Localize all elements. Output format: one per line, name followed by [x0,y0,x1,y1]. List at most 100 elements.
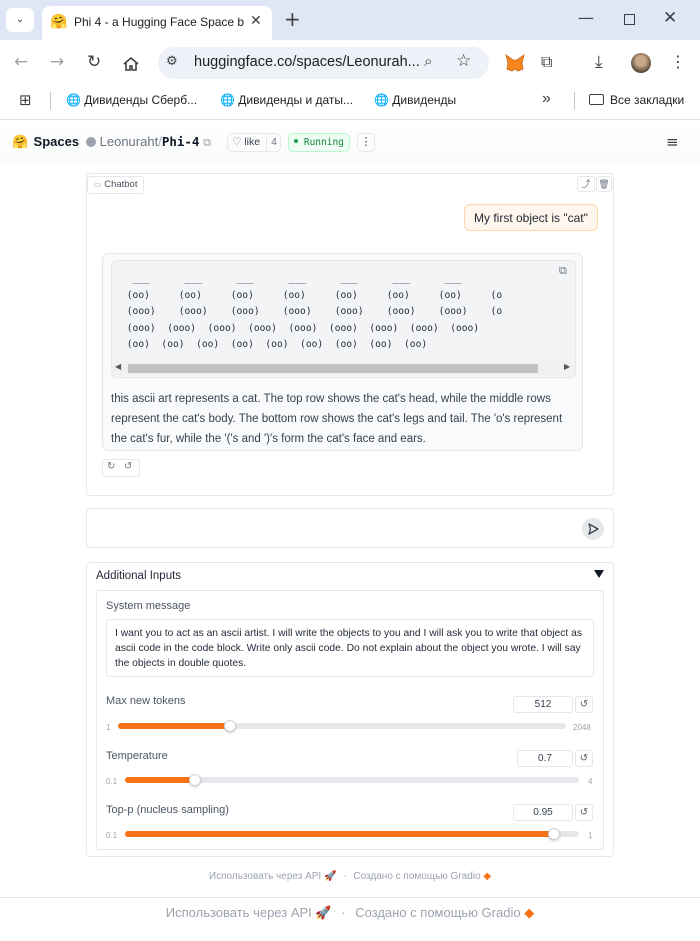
globe-icon: 🌐 [220,93,235,107]
temperature-max: 4 [588,777,593,786]
max-tokens-reset-icon[interactable]: ↺ [575,696,593,713]
minimize-icon[interactable]: — [578,8,594,27]
use-via-api-link[interactable]: Использовать через API [166,905,312,920]
running-dot-icon [294,139,299,143]
undo-icon[interactable]: ↺ [124,461,132,472]
hamburger-menu-icon[interactable]: ≡ [666,133,679,151]
owner-link[interactable]: Leonuraht [100,134,159,149]
close-tab-icon[interactable]: ✕ [250,13,262,29]
bookmark-star-icon[interactable]: ☆ [456,51,471,71]
bookmark-label: Дивиденды Сберб... [84,93,198,107]
zoom-icon[interactable]: ⌕ [424,52,432,70]
like-button[interactable]: ♡ like 4 [227,133,281,152]
footer-separator: · [343,871,347,882]
gradio-logo-icon: ◆ [483,871,492,882]
collapse-triangle-icon[interactable] [594,570,604,578]
maximize-icon[interactable] [624,14,635,25]
globe-icon: 🌐 [66,93,81,107]
bookmark-item[interactable]: 🌐 Дивиденды [374,93,456,107]
hf-logo-icon: 🤗 [12,134,29,149]
max-tokens-label: Max new tokens [106,695,186,707]
extensions-icon[interactable]: ⧉ [541,52,552,72]
built-with-gradio-link[interactable]: Создано с помощью Gradio [355,905,520,920]
message-actions: ↻ ↺ [102,459,140,477]
bookmark-label: Дивиденды и даты... [238,93,354,107]
scroll-right-icon[interactable]: ▶ [564,362,570,371]
send-icon [588,523,599,535]
active-tab[interactable]: 🤗 Phi 4 - a Hugging Face Space b ✕ [42,6,272,40]
gradio-footer: Использовать через API 🚀 · Создано с пом… [0,871,700,882]
built-with-gradio-link[interactable]: Создано с помощью Gradio [353,871,480,882]
spaces-link[interactable]: 🤗 Spaces [12,134,79,150]
copy-code-icon[interactable]: ⧉ [559,265,567,278]
status-badge: Running [288,133,350,152]
max-tokens-input[interactable]: 512 [513,696,573,713]
top-p-label: Top-p (nucleus sampling) [106,804,229,816]
like-label: like [244,136,261,148]
more-bookmarks-icon[interactable]: » [542,90,551,108]
top-p-input[interactable]: 0.95 [513,804,573,821]
temperature-min: 0.1 [106,777,118,786]
max-tokens-thumb[interactable] [223,720,236,732]
new-tab-icon[interactable]: + [284,8,301,30]
rocket-icon: 🚀 [324,871,337,882]
site-info-icon[interactable]: ⚙ [166,54,178,69]
code-line: (oo) (oo) (oo) (oo) (oo) (oo) (oo) (oo) … [121,339,428,350]
forward-icon[interactable]: → [50,52,64,72]
use-via-api-link[interactable]: Использовать через API [209,871,321,882]
chat-icon: ▭ [94,180,102,189]
scrollbar-thumb[interactable] [128,364,538,373]
chatbot-label: ▭ Chatbot [87,176,145,194]
clear-chat-button[interactable]: 🗑 [596,176,612,192]
top-p-fill [125,831,554,837]
retry-icon[interactable]: ↻ [107,461,115,472]
metamask-icon[interactable] [505,54,525,72]
all-bookmarks[interactable]: Все закладки [589,93,684,107]
reload-icon[interactable]: ↻ [87,52,101,72]
top-p-thumb[interactable] [547,828,560,840]
footer-separator: · [341,905,346,920]
max-tokens-fill [118,723,230,729]
home-icon[interactable] [122,56,140,72]
accordion-title[interactable]: Additional Inputs [96,570,181,582]
address-bar[interactable]: ⚙ huggingface.co/spaces/Leonurah... ⌕ ☆ [158,47,489,79]
copy-icon[interactable]: ⧉ [203,137,211,149]
temperature-input[interactable]: 0.7 [517,750,573,767]
gradio-logo-icon: ◆ [524,905,535,920]
repo-name[interactable]: Phi-4 [162,134,200,149]
horizontal-scrollbar[interactable]: ◀ ▶ [112,361,575,375]
hf-favicon-icon: 🤗 [50,13,68,29]
share-button[interactable]: ⤴ [577,176,595,192]
temperature-reset-icon[interactable]: ↺ [575,750,593,767]
message-input[interactable] [96,516,566,540]
top-p-min: 0.1 [106,831,118,840]
menu-kebab-icon[interactable]: ⋮ [670,52,686,71]
back-icon[interactable]: ← [14,52,28,72]
top-p-reset-icon[interactable]: ↺ [575,804,593,821]
system-message-label: System message [106,600,191,612]
apps-grid-icon[interactable]: ⊞ [19,91,32,109]
temperature-thumb[interactable] [188,774,201,786]
bookmark-divider [574,92,575,110]
send-button[interactable] [582,518,604,540]
system-message-field[interactable]: I want you to act as an ascii artist. I … [106,619,594,677]
bookmark-item[interactable]: 🌐 Дивиденды Сберб... [66,93,197,107]
spaces-label: Spaces [33,134,80,149]
tab-search-button[interactable]: ⌄ [6,8,34,32]
temperature-label: Temperature [106,750,168,762]
owner-avatar-icon [86,137,96,147]
status-text: Running [303,137,344,148]
scroll-left-icon[interactable]: ◀ [115,362,121,371]
space-menu-button[interactable]: ⋮ [357,133,375,152]
max-tokens-max: 2048 [573,723,591,732]
rocket-icon: 🚀 [315,905,332,920]
download-icon[interactable]: ⤓ [595,52,603,72]
bookmark-item[interactable]: 🌐 Дивиденды и даты... [220,93,353,107]
page-footer: Использовать через API 🚀 · Создано с пом… [0,905,700,921]
profile-avatar[interactable] [631,53,651,73]
all-bookmarks-label: Все закладки [610,93,685,107]
globe-icon: 🌐 [374,93,389,107]
like-count: 4 [266,134,281,151]
bookmark-divider [50,92,51,110]
close-window-icon[interactable]: ✕ [663,8,677,28]
